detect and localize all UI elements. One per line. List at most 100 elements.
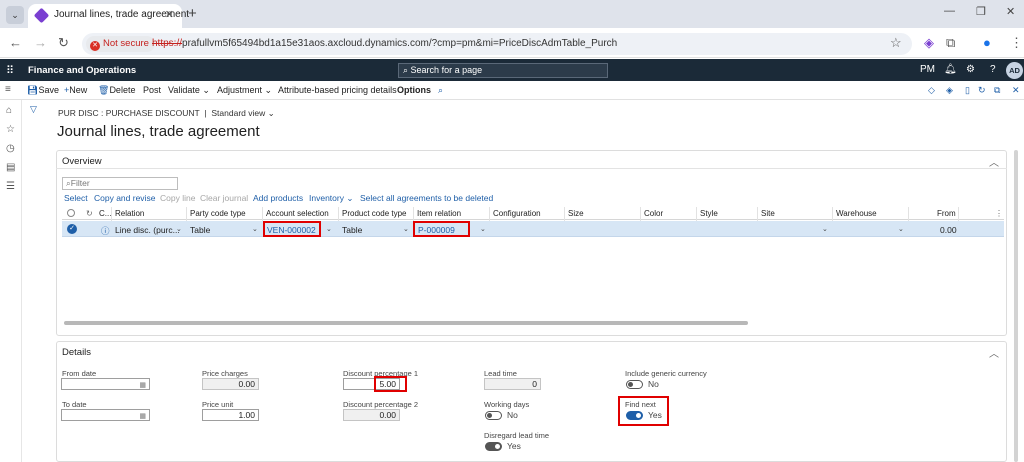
hamburger-icon[interactable]: ≡ xyxy=(5,84,11,95)
workspace-icon[interactable]: ▤ xyxy=(6,162,15,173)
options-tab[interactable]: Options xyxy=(397,85,431,95)
extension-icon[interactable]: ◈ xyxy=(924,35,934,51)
office-icon[interactable]: ◇ xyxy=(928,85,935,96)
forward-icon[interactable]: → xyxy=(34,35,47,50)
browser-tab[interactable]: Journal lines, trade agreement ✕ xyxy=(28,4,189,28)
col-header-from[interactable]: From xyxy=(937,209,956,218)
disregard-lead-time-toggle[interactable] xyxy=(485,442,502,451)
inventory-menu[interactable]: Inventory ⌄ xyxy=(309,193,353,204)
chevron-down-icon[interactable]: ⌄ xyxy=(252,225,258,233)
clear-journal-button[interactable]: Clear journal xyxy=(200,193,248,203)
restore-window-button[interactable]: ❐ xyxy=(976,5,986,18)
adjustment-menu[interactable]: Adjustment ⌄ xyxy=(217,85,272,96)
collapse-overview-icon[interactable]: ︿ xyxy=(989,154,999,169)
save-button[interactable]: 💾︎Save xyxy=(27,85,59,96)
chevron-down-icon[interactable]: ⌄ xyxy=(326,225,332,233)
new-button[interactable]: +New xyxy=(64,85,87,95)
col-header-c[interactable]: C... xyxy=(99,209,111,218)
new-tab-button[interactable]: + xyxy=(188,5,197,22)
col-header-party-code-type[interactable]: Party code type xyxy=(190,209,246,218)
power-apps-icon[interactable]: ◈ xyxy=(946,85,953,96)
close-window-button[interactable]: ✕ xyxy=(1006,5,1015,18)
calendar-icon[interactable]: ▦ xyxy=(139,413,146,420)
clock-icon[interactable]: ◷ xyxy=(6,143,15,154)
horizontal-scrollbar[interactable] xyxy=(64,321,748,325)
col-header-size[interactable]: Size xyxy=(568,209,584,218)
cell-item-relation[interactable]: P-000009 xyxy=(418,225,455,235)
select-all-agreements-button[interactable]: Select all agreements to be deleted xyxy=(360,193,493,203)
close-page-icon[interactable]: ✕ xyxy=(1012,85,1020,96)
cell-account-selection[interactable]: VEN-000002 xyxy=(267,225,316,235)
filter-icon[interactable]: ▽ xyxy=(30,104,37,115)
select-button[interactable]: Select xyxy=(64,193,88,203)
collapse-details-icon[interactable]: ︿ xyxy=(989,345,999,360)
from-date-field[interactable]: ▦ xyxy=(61,378,150,390)
star-icon[interactable]: ☆ xyxy=(6,124,15,135)
reload-icon[interactable]: ↻ xyxy=(58,35,69,51)
copy-line-button[interactable]: Copy line xyxy=(160,193,195,203)
discount-pct2-field[interactable]: 0.00 xyxy=(343,409,400,421)
price-unit-field[interactable]: 1.00 xyxy=(202,409,259,421)
include-generic-currency-toggle[interactable] xyxy=(626,380,643,389)
home-icon[interactable]: ⌂ xyxy=(6,105,12,116)
chevron-down-icon[interactable]: ⌄ xyxy=(898,225,904,233)
app-name[interactable]: Finance and Operations xyxy=(28,65,136,76)
cell-party-code-type[interactable]: Table xyxy=(190,225,210,235)
minimize-window-button[interactable]: — xyxy=(944,5,955,17)
close-tab-icon[interactable]: ✕ xyxy=(165,8,174,21)
lead-time-field[interactable]: 0 xyxy=(484,378,541,390)
vertical-scrollbar[interactable] xyxy=(1014,150,1018,462)
page-search-input[interactable]: ⌕ Search for a page xyxy=(398,63,608,78)
validate-menu[interactable]: Validate ⌄ xyxy=(168,85,210,96)
calendar-icon[interactable]: ▦ xyxy=(139,382,146,389)
col-header-account-selection[interactable]: Account selection xyxy=(266,209,329,218)
col-header-item-relation[interactable]: Item relation xyxy=(417,209,461,218)
attachment-icon[interactable]: ▯ xyxy=(965,85,970,96)
overview-header[interactable] xyxy=(56,150,1007,169)
tab-search-button[interactable]: ⌄ xyxy=(6,6,24,24)
delete-button[interactable]: 🗑︎Delete xyxy=(98,85,135,96)
chevron-down-icon[interactable]: ⌄ xyxy=(176,225,182,233)
list-icon[interactable]: ☰ xyxy=(6,181,15,192)
view-selector[interactable]: Standard view xyxy=(211,108,265,118)
add-products-button[interactable]: Add products xyxy=(253,193,303,203)
cell-product-code-type[interactable]: Table xyxy=(342,225,362,235)
bookmark-star-icon[interactable]: ☆ xyxy=(890,35,902,51)
select-all-checkbox[interactable] xyxy=(67,209,75,217)
chevron-down-icon[interactable]: ⌄ xyxy=(265,108,275,118)
gear-icon[interactable]: ⚙ xyxy=(966,64,975,75)
post-button[interactable]: Post xyxy=(143,85,161,95)
security-indicator[interactable]: ✕ Not secure xyxy=(86,36,155,52)
attribute-pricing-button[interactable]: Attribute-based pricing details xyxy=(278,85,397,95)
waffle-icon[interactable]: ⠿ xyxy=(6,64,14,77)
help-icon[interactable]: ? xyxy=(990,64,996,75)
search-icon[interactable]: ⌕ xyxy=(438,85,443,96)
avatar[interactable]: AD xyxy=(1006,62,1023,79)
col-header-configuration[interactable]: Configuration xyxy=(493,209,541,218)
back-icon[interactable]: ← xyxy=(9,35,22,50)
col-header-product-code-type[interactable]: Product code type xyxy=(342,209,406,218)
info-icon[interactable]: ⓘ xyxy=(101,225,110,237)
col-header-color[interactable]: Color xyxy=(644,209,663,218)
working-days-toggle[interactable] xyxy=(485,411,502,420)
cell-relation[interactable]: Line disc. (purc... xyxy=(115,225,180,235)
url-text[interactable]: https://prafullvm5f65494bd1a15e31aos.axc… xyxy=(152,38,617,49)
col-header-style[interactable]: Style xyxy=(700,209,718,218)
cell-from[interactable]: 0.00 xyxy=(940,225,957,235)
col-header-warehouse[interactable]: Warehouse xyxy=(836,209,877,218)
refresh-icon[interactable]: ↻ xyxy=(978,85,986,96)
profile-icon[interactable]: ● xyxy=(983,35,991,50)
to-date-field[interactable]: ▦ xyxy=(61,409,150,421)
chrome-menu-icon[interactable]: ⋮ xyxy=(1010,35,1023,51)
price-charges-field[interactable]: 0.00 xyxy=(202,378,259,390)
col-header-relation[interactable]: Relation xyxy=(115,209,144,218)
chevron-down-icon[interactable]: ⌄ xyxy=(822,225,828,233)
more-columns-icon[interactable]: ⋮ xyxy=(995,209,1003,218)
chevron-down-icon[interactable]: ⌄ xyxy=(480,225,486,233)
company-picker[interactable]: PM xyxy=(920,64,935,75)
extensions-puzzle-icon[interactable]: ⧉ xyxy=(946,35,955,51)
row-selected-check-icon[interactable]: ✓ xyxy=(67,224,77,234)
copy-and-revise-button[interactable]: Copy and revise xyxy=(94,193,155,203)
grid-filter-input[interactable]: ⌕Filter xyxy=(62,177,178,190)
find-next-toggle[interactable] xyxy=(626,411,643,420)
